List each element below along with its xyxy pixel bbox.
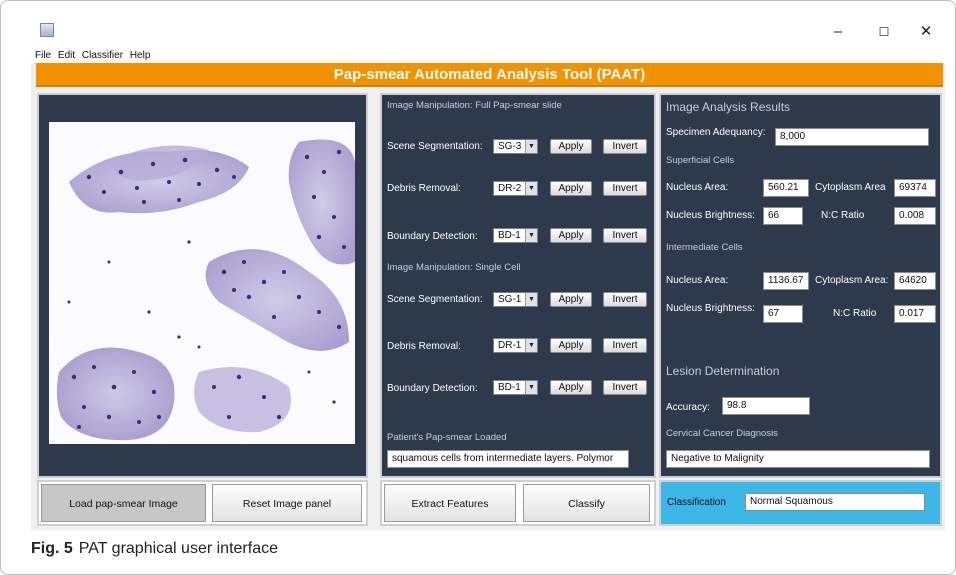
java-app-icon — [40, 23, 54, 37]
superficial-cells-title: Superficial Cells — [666, 155, 735, 166]
superficial-nucleus-area-field[interactable]: 560.21 — [763, 179, 809, 197]
load-smear-image-button[interactable]: Load pap-smear Image — [41, 484, 206, 522]
full-debris-removal-select[interactable]: DR-2 ▼ — [493, 181, 538, 196]
single-scene-segmentation-value: SG-1 — [498, 294, 522, 305]
single-boundary-detection-value: BD-1 — [498, 382, 521, 393]
single-boundary-detection-label: Boundary Detection: — [387, 383, 478, 394]
image-panel — [37, 93, 368, 478]
chevron-down-icon[interactable]: ▼ — [525, 140, 537, 153]
superficial-cytoplasm-area-field[interactable]: 69374 — [894, 179, 936, 197]
full-debris-removal-invert-button[interactable]: Invert — [603, 181, 647, 196]
full-scene-segmentation-select[interactable]: SG-3 ▼ — [493, 139, 538, 154]
title-bar: – ☐ ✕ — [31, 16, 945, 48]
single-scene-segmentation-invert-button[interactable]: Invert — [603, 292, 647, 307]
menu-edit[interactable]: Edit — [58, 48, 75, 63]
maximize-button[interactable]: ☐ — [869, 20, 899, 44]
manipulation-panel: Image Manipulation: Full Pap-smear slide… — [380, 93, 656, 478]
full-scene-segmentation-label: Scene Segmentation: — [387, 141, 483, 152]
full-debris-removal-apply-button[interactable]: Apply — [550, 181, 592, 196]
results-panel: Image Analysis Results Specimen Adequanc… — [659, 93, 942, 478]
intermediate-nucleus-area-label: Nucleus Area: — [666, 275, 729, 286]
image-actions-bar: Load pap-smear Image Reset Image panel — [37, 480, 368, 526]
menu-help[interactable]: Help — [130, 48, 151, 63]
full-boundary-detection-select[interactable]: BD-1 ▼ — [493, 228, 538, 243]
chevron-down-icon[interactable]: ▼ — [525, 229, 537, 242]
single-debris-removal-label: Debris Removal: — [387, 341, 461, 352]
single-boundary-detection-select[interactable]: BD-1 ▼ — [493, 380, 538, 395]
single-scene-segmentation-select[interactable]: SG-1 ▼ — [493, 292, 538, 307]
accuracy-field[interactable]: 98.8 — [722, 397, 810, 415]
cervical-cancer-diagnosis-label: Cervical Cancer Diagnosis — [666, 428, 778, 439]
single-boundary-detection-invert-button[interactable]: Invert — [603, 380, 647, 395]
app-window: – ☐ ✕ File Edit Classifier Help Pap-smea… — [31, 16, 945, 530]
full-boundary-detection-apply-button[interactable]: Apply — [550, 228, 592, 243]
superficial-cytoplasm-area-label: Cytoplasm Area — [815, 182, 886, 193]
analysis-actions-bar: Extract Features Classify — [380, 480, 656, 526]
specimen-adequacy-label: Specimen Adequancy: — [666, 127, 766, 138]
single-scene-segmentation-apply-button[interactable]: Apply — [550, 292, 592, 307]
menu-file[interactable]: File — [35, 48, 51, 63]
classification-label: Classification — [667, 497, 726, 508]
full-scene-segmentation-apply-button[interactable]: Apply — [550, 139, 592, 154]
figure-caption: Fig. 5 PAT graphical user interface — [31, 540, 278, 558]
intermediate-nucleus-area-field[interactable]: 1136.67 — [763, 272, 809, 290]
app-title-banner: Pap-smear Automated Analysis Tool (PAAT) — [36, 63, 943, 87]
classification-bar: Classification Normal Squamous — [659, 480, 942, 526]
extract-features-button[interactable]: Extract Features — [384, 484, 516, 522]
chevron-down-icon[interactable]: ▼ — [525, 381, 537, 394]
superficial-nucleus-area-label: Nucleus Area: — [666, 182, 729, 193]
single-scene-segmentation-label: Scene Segmentation: — [387, 294, 483, 305]
figure-number: Fig. 5 — [31, 540, 73, 557]
chevron-down-icon[interactable]: ▼ — [525, 293, 537, 306]
accuracy-label: Accuracy: — [666, 402, 710, 413]
superficial-nc-ratio-field[interactable]: 0.008 — [894, 207, 936, 225]
single-debris-removal-apply-button[interactable]: Apply — [550, 338, 592, 353]
full-boundary-detection-invert-button[interactable]: Invert — [603, 228, 647, 243]
intermediate-nucleus-brightness-field[interactable]: 67 — [763, 305, 803, 323]
intermediate-cytoplasm-area-field[interactable]: 64620 — [894, 272, 936, 290]
classify-button[interactable]: Classify — [523, 484, 650, 522]
lesion-determination-title: Lesion Determination — [666, 364, 780, 378]
classification-field[interactable]: Normal Squamous — [745, 493, 925, 511]
chevron-down-icon[interactable]: ▼ — [525, 339, 537, 352]
single-boundary-detection-apply-button[interactable]: Apply — [550, 380, 592, 395]
intermediate-nucleus-brightness-label: Nucleus Brightness: — [666, 303, 755, 314]
full-boundary-detection-value: BD-1 — [498, 230, 521, 241]
single-cell-section-label: Image Manipulation: Single Cell — [387, 262, 521, 273]
figure-caption-text: PAT graphical user interface — [78, 540, 278, 557]
full-slide-section-label: Image Manipulation: Full Pap-smear slide — [387, 100, 562, 111]
full-scene-segmentation-value: SG-3 — [498, 141, 522, 152]
cervical-cancer-diagnosis-field[interactable]: Negative to Malignity — [666, 450, 930, 468]
results-title: Image Analysis Results — [666, 100, 791, 114]
superficial-nucleus-brightness-field[interactable]: 66 — [763, 207, 803, 225]
single-debris-removal-select[interactable]: DR-1 ▼ — [493, 338, 538, 353]
patient-smear-loaded-field[interactable]: squamous cells from intermediate layers.… — [387, 450, 629, 468]
full-scene-segmentation-invert-button[interactable]: Invert — [603, 139, 647, 154]
patient-smear-loaded-label: Patient's Pap-smear Loaded — [387, 432, 507, 443]
full-boundary-detection-label: Boundary Detection: — [387, 231, 478, 242]
intermediate-nc-ratio-label: N:C Ratio — [833, 308, 877, 319]
chevron-down-icon[interactable]: ▼ — [525, 182, 537, 195]
full-debris-removal-label: Debris Removal: — [387, 183, 461, 194]
intermediate-cytoplasm-area-label: Cytoplasm Area: — [815, 275, 889, 286]
specimen-adequacy-field[interactable]: 8,000 — [775, 128, 929, 146]
pap-smear-image — [49, 122, 355, 444]
close-button[interactable]: ✕ — [911, 20, 941, 44]
superficial-nucleus-brightness-label: Nucleus Brightness: — [666, 210, 755, 221]
menu-bar: File Edit Classifier Help — [31, 48, 945, 63]
intermediate-nc-ratio-field[interactable]: 0.017 — [894, 305, 936, 323]
single-debris-removal-value: DR-1 — [498, 340, 522, 351]
menu-classifier[interactable]: Classifier — [82, 48, 123, 63]
minimize-button[interactable]: – — [823, 20, 853, 44]
intermediate-cells-title: Intermediate Cells — [666, 242, 743, 253]
single-debris-removal-invert-button[interactable]: Invert — [603, 338, 647, 353]
reset-image-panel-button[interactable]: Reset Image panel — [212, 484, 362, 522]
pap-smear-image-drawing — [49, 122, 355, 444]
full-debris-removal-value: DR-2 — [498, 183, 522, 194]
superficial-nc-ratio-label: N:C Ratio — [821, 210, 865, 221]
